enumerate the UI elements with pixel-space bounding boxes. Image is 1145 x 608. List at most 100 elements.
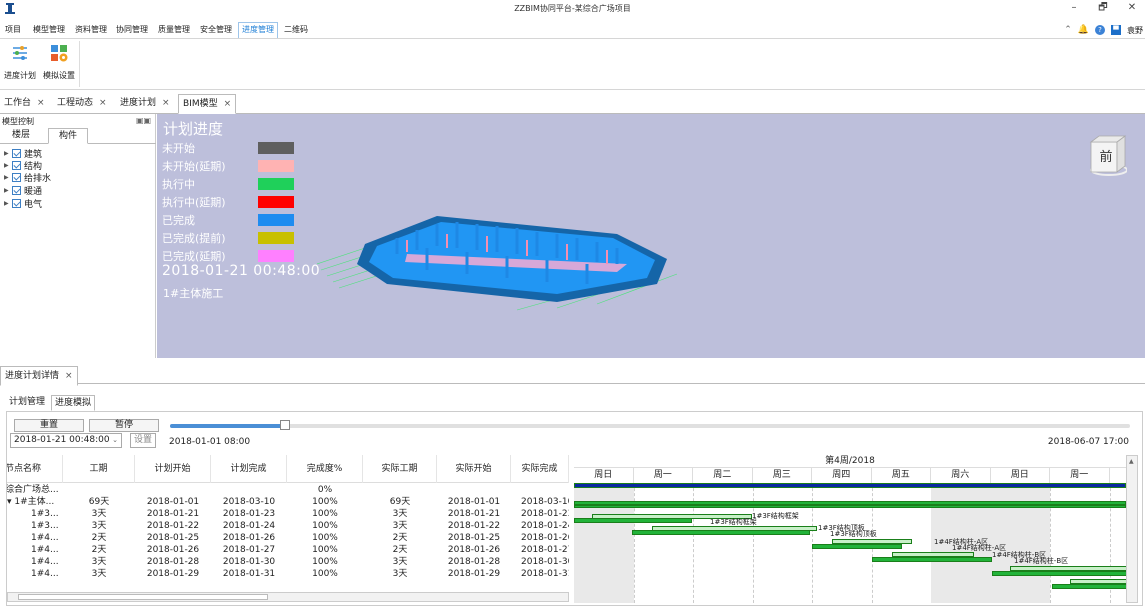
- simulation-date-select[interactable]: 2018-01-21 00:48:00 ⌄: [10, 433, 122, 448]
- table-cell: 2018-01-27: [222, 545, 276, 555]
- table-row[interactable]: 1#4... 2天 2018-01-26 2018-01-27 100% 2天 2018-0…: [7, 544, 569, 556]
- table-row[interactable]: ▾ 1#主体... 69天 2018-01-01 2018-03-10 100% 69天 2…: [7, 496, 569, 508]
- close-button[interactable]: ✕: [1124, 1, 1140, 15]
- legend-label: 已完成: [162, 214, 195, 227]
- checkbox[interactable]: [12, 172, 21, 182]
- expand-icon[interactable]: ▶: [4, 150, 12, 157]
- checkbox[interactable]: [12, 185, 21, 195]
- restore-button[interactable]: 🗗: [1095, 1, 1111, 15]
- tab-components[interactable]: 构件: [48, 128, 89, 144]
- column-header[interactable]: 实际完成: [511, 455, 569, 483]
- pause-button[interactable]: 暂停: [89, 419, 159, 432]
- table-cell: 1#4...: [31, 557, 59, 567]
- scroll-up-icon[interactable]: ▲: [1129, 458, 1134, 465]
- table-row[interactable]: 1#3... 3天 2018-01-21 2018-01-23 100% 3天 2018-0…: [7, 508, 569, 520]
- tree-item-architecture[interactable]: ▶ 建筑: [4, 147, 42, 160]
- tab-schedule-details[interactable]: 进度计划详情 ×: [0, 366, 78, 386]
- menu-item-qrcode[interactable]: 二维码: [281, 22, 311, 38]
- table-cell: 3天: [392, 569, 408, 579]
- expand-icon[interactable]: ▶: [4, 162, 12, 169]
- tree-item-electrical[interactable]: ▶ 电气: [4, 197, 42, 210]
- table-row[interactable]: 综合广场总... 0%: [7, 484, 569, 496]
- menu-item-project[interactable]: 项目: [2, 22, 24, 38]
- help-icon[interactable]: ?: [1095, 25, 1105, 35]
- tree-item-hvac[interactable]: ▶ 暖通: [4, 184, 42, 197]
- close-icon[interactable]: ×: [37, 98, 45, 108]
- menu-item-schedule[interactable]: 进度管理: [238, 22, 278, 38]
- column-header[interactable]: 节点名称: [7, 455, 63, 483]
- building-model[interactable]: [317, 204, 697, 314]
- minimize-button[interactable]: –: [1066, 1, 1082, 15]
- gantt-bar[interactable]: [992, 571, 1132, 576]
- column-header[interactable]: 计划完成: [211, 455, 287, 483]
- gantt-day-header: 周日: [574, 468, 634, 483]
- bell-icon[interactable]: 🔔: [1078, 25, 1089, 35]
- gantt-bar[interactable]: [574, 518, 692, 523]
- checkbox[interactable]: [12, 148, 21, 158]
- gantt-bar[interactable]: [574, 483, 1126, 488]
- collapse-icon[interactable]: ⌃: [1064, 25, 1072, 35]
- tree-item-plumbing[interactable]: ▶ 给排水: [4, 171, 51, 184]
- table-cell: 2018-01-28: [447, 557, 501, 567]
- tab-bim-model[interactable]: BIM模型 ×: [178, 94, 237, 114]
- bim-3d-viewport[interactable]: 计划进度 未开始 未开始(延期) 执行中 执行中(延期) 已完成 已完成(提前)…: [157, 114, 1145, 358]
- expand-icon[interactable]: ▶: [4, 200, 12, 207]
- simulation-settings-button[interactable]: 模拟设置: [42, 43, 76, 81]
- reset-button[interactable]: 重置: [14, 419, 84, 432]
- gantt-week-label: 第4周/2018: [574, 455, 1126, 468]
- avatar[interactable]: ▀: [1111, 25, 1121, 35]
- menu-item-documents[interactable]: 资料管理: [72, 22, 110, 38]
- expand-icon[interactable]: ▶: [4, 187, 12, 194]
- menu-item-model[interactable]: 模型管理: [30, 22, 68, 38]
- close-icon[interactable]: ×: [224, 99, 232, 109]
- menu-item-quality[interactable]: 质量管理: [155, 22, 193, 38]
- column-header[interactable]: 实际工期: [363, 455, 437, 483]
- table-row[interactable]: 1#4... 3天 2018-01-28 2018-01-30 100% 3天 2018-0…: [7, 556, 569, 568]
- close-icon[interactable]: ×: [162, 98, 170, 108]
- menu-item-collaboration[interactable]: 协同管理: [113, 22, 151, 38]
- scrollbar-thumb[interactable]: [18, 594, 268, 600]
- user-name[interactable]: 袁野: [1127, 25, 1143, 36]
- tab-plan-management[interactable]: 计划管理: [6, 395, 48, 411]
- gantt-bar[interactable]: [812, 544, 902, 549]
- tab-schedule-plan[interactable]: 进度计划 ×: [116, 94, 174, 114]
- timeline-slider-track[interactable]: [170, 424, 1130, 428]
- column-header[interactable]: 实际开始: [437, 455, 511, 483]
- table-cell: [135, 484, 211, 496]
- table-row[interactable]: 1#4... 3天 2018-01-29 2018-01-31 100% 3天 2018-0…: [7, 568, 569, 580]
- tab-label: 工作台: [4, 98, 32, 108]
- table-cell: 2天: [91, 545, 107, 555]
- table-horizontal-scrollbar[interactable]: [7, 592, 569, 602]
- panel-pin-icon[interactable]: ▣▣: [136, 116, 151, 125]
- tree-item-structure[interactable]: ▶ 结构: [4, 159, 42, 172]
- table-row[interactable]: 1#4... 2天 2018-01-25 2018-01-26 100% 2天 2018-0…: [7, 532, 569, 544]
- tab-workbench[interactable]: 工作台 ×: [0, 94, 49, 114]
- expand-icon[interactable]: ▶: [4, 174, 12, 181]
- menu-item-safety[interactable]: 安全管理: [197, 22, 235, 38]
- column-header[interactable]: 计划开始: [135, 455, 211, 483]
- gantt-day-header: 周一: [634, 468, 693, 483]
- set-button[interactable]: 设置: [130, 433, 156, 448]
- tab-floors[interactable]: 楼层: [2, 128, 40, 144]
- checkbox[interactable]: [12, 198, 21, 208]
- view-cube-label[interactable]: 前: [1093, 146, 1119, 165]
- tab-project-news[interactable]: 工程动态 ×: [53, 94, 111, 114]
- gantt-bar[interactable]: [1052, 584, 1132, 589]
- close-icon[interactable]: ×: [99, 98, 107, 108]
- column-header[interactable]: 完成度%: [287, 455, 363, 483]
- legend-label: 未开始: [162, 142, 195, 155]
- gantt-vertical-scrollbar[interactable]: ▲: [1126, 455, 1138, 603]
- close-icon[interactable]: ×: [65, 371, 73, 381]
- legend-swatch: [258, 250, 294, 262]
- timeline-slider-handle[interactable]: [280, 420, 291, 430]
- gantt-bar[interactable]: [574, 505, 1126, 508]
- checkbox[interactable]: [12, 160, 21, 170]
- schedule-plan-button[interactable]: 进度计划: [3, 43, 37, 81]
- table-row[interactable]: 1#3... 3天 2018-01-22 2018-01-24 100% 3天 2018-0…: [7, 520, 569, 532]
- column-header[interactable]: 工期: [63, 455, 135, 483]
- gantt-bar[interactable]: [632, 530, 810, 535]
- table-cell: 2018-01-29: [447, 569, 501, 579]
- tab-progress-simulation[interactable]: 进度模拟: [51, 395, 96, 411]
- gantt-bar[interactable]: [872, 557, 992, 562]
- gantt-day-header: 周三: [753, 468, 812, 483]
